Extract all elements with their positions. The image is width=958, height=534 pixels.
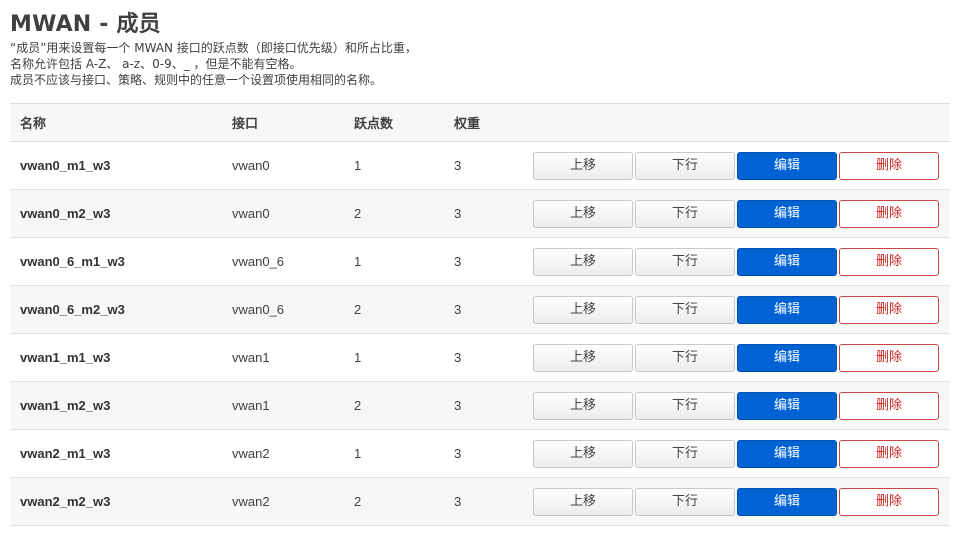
- row-actions: 上移 下行 编辑 删除: [522, 285, 950, 334]
- member-interface: vwan2: [222, 477, 344, 526]
- description-line: 成员不应该与接口、策略、规则中的任意一个设置项使用相同的名称。: [10, 73, 383, 87]
- move-up-button[interactable]: 上移: [533, 487, 633, 516]
- member-interface: vwan1: [222, 333, 344, 382]
- page-description: “成员”用来设置每一个 MWAN 接口的跃点数（即接口优先级）和所占比重， 名称…: [10, 40, 417, 88]
- move-down-button[interactable]: 下行: [635, 487, 735, 516]
- member-metric: 2: [344, 477, 444, 526]
- move-down-button[interactable]: 下行: [635, 151, 735, 180]
- move-up-button[interactable]: 上移: [533, 439, 633, 468]
- column-header-metric: 跃点数: [344, 103, 444, 142]
- edit-button[interactable]: 编辑: [737, 391, 837, 420]
- table-row: vwan2_m1_w3 vwan2 1 3 上移 下行 编辑 删除: [10, 429, 950, 478]
- row-actions: 上移 下行 编辑 删除: [522, 333, 950, 382]
- column-header-interface: 接口: [222, 103, 344, 142]
- member-metric: 1: [344, 237, 444, 286]
- row-actions: 上移 下行 编辑 删除: [522, 381, 950, 430]
- edit-button[interactable]: 编辑: [737, 151, 837, 180]
- edit-button[interactable]: 编辑: [737, 199, 837, 228]
- member-interface: vwan0_6: [222, 237, 344, 286]
- member-weight: 3: [444, 333, 522, 382]
- member-interface: vwan2: [222, 429, 344, 478]
- member-metric: 1: [344, 333, 444, 382]
- member-name: vwan2_m2_w3: [10, 477, 222, 526]
- move-down-button[interactable]: 下行: [635, 295, 735, 324]
- delete-button[interactable]: 删除: [839, 487, 939, 516]
- member-interface: vwan0_6: [222, 285, 344, 334]
- move-down-button[interactable]: 下行: [635, 199, 735, 228]
- member-weight: 3: [444, 285, 522, 334]
- table-row: vwan1_m2_w3 vwan1 2 3 上移 下行 编辑 删除: [10, 381, 950, 430]
- move-down-button[interactable]: 下行: [635, 343, 735, 372]
- move-down-button[interactable]: 下行: [635, 391, 735, 420]
- table-row: vwan1_m1_w3 vwan1 1 3 上移 下行 编辑 删除: [10, 333, 950, 382]
- page-title: MWAN - 成员: [10, 12, 161, 37]
- table-row: vwan0_6_m2_w3 vwan0_6 2 3 上移 下行 编辑 删除: [10, 285, 950, 334]
- delete-button[interactable]: 删除: [839, 295, 939, 324]
- member-name: vwan0_m2_w3: [10, 189, 222, 238]
- member-metric: 1: [344, 141, 444, 190]
- row-actions: 上移 下行 编辑 删除: [522, 237, 950, 286]
- delete-button[interactable]: 删除: [839, 151, 939, 180]
- delete-button[interactable]: 删除: [839, 247, 939, 276]
- description-line: 名称允许包括 A-Z、 a-z、0-9、_ ，但是不能有空格。: [10, 57, 302, 71]
- member-weight: 3: [444, 141, 522, 190]
- column-header-weight: 权重: [444, 103, 522, 142]
- table-header-row: 名称 接口 跃点数 权重: [10, 103, 950, 142]
- move-up-button[interactable]: 上移: [533, 391, 633, 420]
- row-actions: 上移 下行 编辑 删除: [522, 189, 950, 238]
- row-actions: 上移 下行 编辑 删除: [522, 477, 950, 526]
- edit-button[interactable]: 编辑: [737, 295, 837, 324]
- member-weight: 3: [444, 381, 522, 430]
- member-interface: vwan0: [222, 189, 344, 238]
- column-header-name: 名称: [10, 103, 222, 142]
- delete-button[interactable]: 删除: [839, 391, 939, 420]
- member-name: vwan0_6_m1_w3: [10, 237, 222, 286]
- description-line: “成员”用来设置每一个 MWAN 接口的跃点数（即接口优先级）和所占比重，: [10, 41, 417, 55]
- member-name: vwan1_m2_w3: [10, 381, 222, 430]
- edit-button[interactable]: 编辑: [737, 487, 837, 516]
- table-row: vwan0_6_m1_w3 vwan0_6 1 3 上移 下行 编辑 删除: [10, 237, 950, 286]
- members-table: 名称 接口 跃点数 权重 vwan0_m1_w3 vwan0 1 3 上移 下行 编辑 删除 v…: [10, 103, 950, 526]
- member-name: vwan0_6_m2_w3: [10, 285, 222, 334]
- row-actions: 上移 下行 编辑 删除: [522, 141, 950, 190]
- move-up-button[interactable]: 上移: [533, 343, 633, 372]
- table-row: vwan0_m1_w3 vwan0 1 3 上移 下行 编辑 删除: [10, 141, 950, 190]
- member-weight: 3: [444, 477, 522, 526]
- delete-button[interactable]: 删除: [839, 343, 939, 372]
- member-weight: 3: [444, 189, 522, 238]
- column-header-actions: [522, 103, 950, 142]
- mwan-members-page: MWAN - 成员 “成员”用来设置每一个 MWAN 接口的跃点数（即接口优先级…: [0, 0, 958, 534]
- table-row: vwan0_m2_w3 vwan0 2 3 上移 下行 编辑 删除: [10, 189, 950, 238]
- table-body: vwan0_m1_w3 vwan0 1 3 上移 下行 编辑 删除 vwan0_m2_w3 vwa…: [10, 141, 950, 526]
- member-interface: vwan0: [222, 141, 344, 190]
- member-interface: vwan1: [222, 381, 344, 430]
- member-weight: 3: [444, 429, 522, 478]
- member-name: vwan1_m1_w3: [10, 333, 222, 382]
- move-down-button[interactable]: 下行: [635, 439, 735, 468]
- delete-button[interactable]: 删除: [839, 439, 939, 468]
- member-name: vwan0_m1_w3: [10, 141, 222, 190]
- member-metric: 2: [344, 381, 444, 430]
- move-up-button[interactable]: 上移: [533, 199, 633, 228]
- member-metric: 2: [344, 189, 444, 238]
- table-row: vwan2_m2_w3 vwan2 2 3 上移 下行 编辑 删除: [10, 477, 950, 526]
- move-down-button[interactable]: 下行: [635, 247, 735, 276]
- row-actions: 上移 下行 编辑 删除: [522, 429, 950, 478]
- member-metric: 1: [344, 429, 444, 478]
- move-up-button[interactable]: 上移: [533, 295, 633, 324]
- member-metric: 2: [344, 285, 444, 334]
- edit-button[interactable]: 编辑: [737, 247, 837, 276]
- member-weight: 3: [444, 237, 522, 286]
- member-name: vwan2_m1_w3: [10, 429, 222, 478]
- edit-button[interactable]: 编辑: [737, 439, 837, 468]
- delete-button[interactable]: 删除: [839, 199, 939, 228]
- move-up-button[interactable]: 上移: [533, 151, 633, 180]
- edit-button[interactable]: 编辑: [737, 343, 837, 372]
- move-up-button[interactable]: 上移: [533, 247, 633, 276]
